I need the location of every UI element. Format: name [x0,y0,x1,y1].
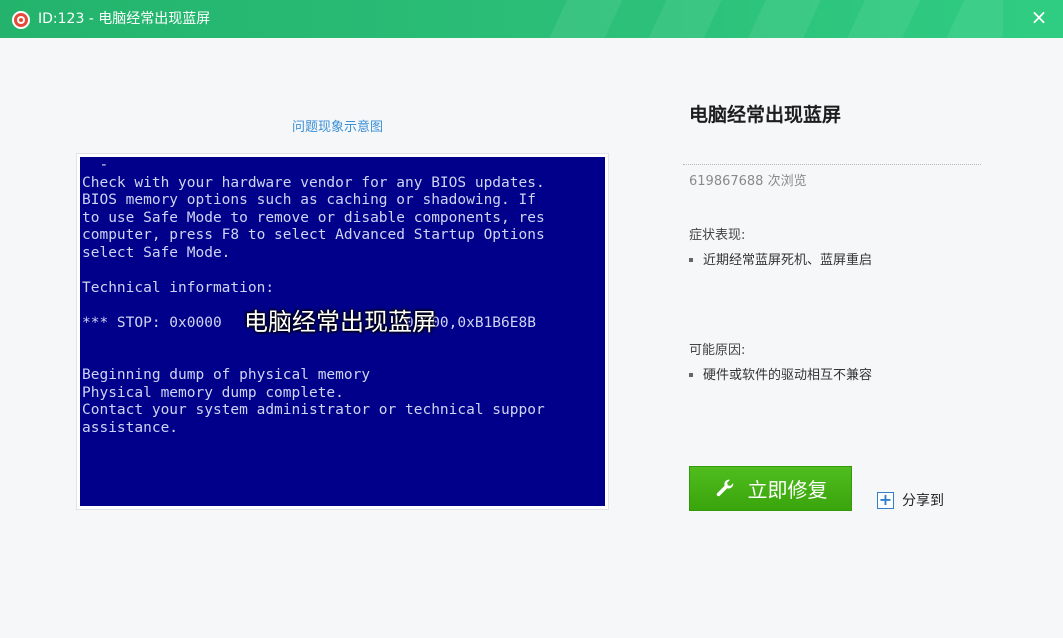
fix-now-button[interactable]: 立即修复 [689,466,852,511]
symptom-text: 近期经常蓝屏死机、蓝屏重启 [703,253,873,268]
illustration-caption: 问题现象示意图 [292,120,384,135]
bsod-screenshot: - Check with your hardware vendor for an… [80,157,605,506]
divider [683,164,981,165]
screenshot-overlay-label: 电脑经常出现蓝屏 [244,308,436,336]
share-label: 分享到 [902,493,944,509]
title-bar: ID:123 - 电脑经常出现蓝屏 × [0,0,1063,38]
fix-now-label: 立即修复 [747,478,828,502]
close-button[interactable]: × [1027,4,1051,30]
cause-item: 硬件或软件的驱动相互不兼容 [689,364,872,383]
wrench-icon [716,479,733,496]
view-count: 619867688 次浏览 [689,174,807,189]
symptom-item: 近期经常蓝屏死机、蓝屏重启 [689,249,872,268]
illustration-frame: - Check with your hardware vendor for an… [76,153,609,510]
window-title: ID:123 - 电脑经常出现蓝屏 [38,11,211,27]
lifebuoy-icon [12,11,30,29]
issue-title: 电脑经常出现蓝屏 [689,104,842,126]
bullet-icon [689,257,693,262]
title-bar-decoration [523,0,1003,38]
share-button[interactable]: + 分享到 [877,490,944,510]
cause-text: 硬件或软件的驱动相互不兼容 [703,368,873,383]
plus-icon: + [877,489,894,509]
causes-label: 可能原因: [689,343,746,358]
symptoms-label: 症状表现: [689,228,746,243]
bsod-text: - Check with your hardware vendor for an… [82,157,545,436]
bullet-icon [689,372,693,377]
